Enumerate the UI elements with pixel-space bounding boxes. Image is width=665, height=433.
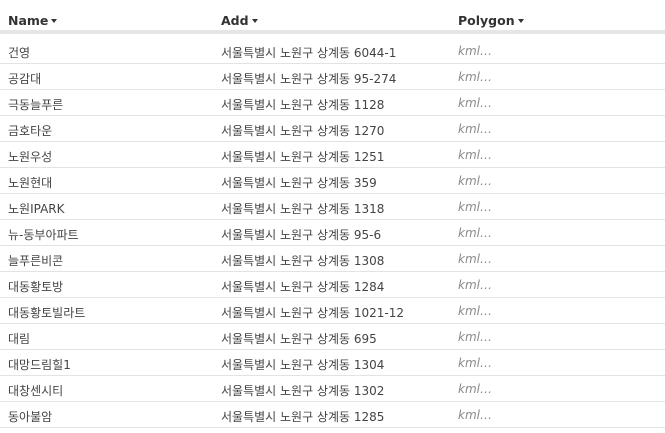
cell-polygon[interactable]: kml… [458, 44, 492, 58]
cell-polygon[interactable]: kml… [458, 226, 492, 240]
cell-name: 노원IPARK [8, 202, 65, 216]
cell-name: 대창센시티 [8, 384, 64, 398]
cell-name: 대동황토빌라트 [8, 306, 86, 320]
cell-name: 금호타운 [8, 124, 53, 138]
table-row[interactable]: 건영 서울특별시 노원구 상계동 6044-1 kml… [0, 38, 665, 64]
cell-name: 대망드림힐1 [8, 358, 71, 372]
cell-polygon[interactable]: kml… [458, 278, 492, 292]
cell-polygon[interactable]: kml… [458, 200, 492, 214]
table-row[interactable]: 노원우성 서울특별시 노원구 상계동 1251 kml… [0, 142, 665, 168]
column-header-name-label: Name [8, 13, 49, 28]
cell-add: 서울특별시 노원구 상계동 1318 [221, 202, 385, 216]
table-row[interactable]: 대림 서울특별시 노원구 상계동 695 kml… [0, 324, 665, 350]
cell-add: 서울특별시 노원구 상계동 1270 [221, 124, 385, 138]
table-row[interactable]: 극동늘푸른 서울특별시 노원구 상계동 1128 kml… [0, 90, 665, 116]
cell-polygon[interactable]: kml… [458, 382, 492, 396]
data-table: Name Add Polygon 건영 서울특별시 노원구 상계동 6044-1 k… [0, 0, 665, 433]
cell-name: 대림 [8, 332, 31, 346]
table-row[interactable]: 대창센시티 서울특별시 노원구 상계동 1302 kml… [0, 376, 665, 402]
cell-name: 늘푸른비콘 [8, 254, 64, 268]
column-header-add[interactable]: Add [221, 13, 258, 28]
cell-polygon[interactable]: kml… [458, 122, 492, 136]
cell-name: 노원현대 [8, 176, 53, 190]
cell-add: 서울특별시 노원구 상계동 1304 [221, 358, 385, 372]
cell-add: 서울특별시 노원구 상계동 1302 [221, 384, 385, 398]
cell-add: 서울특별시 노원구 상계동 1285 [221, 410, 385, 424]
cell-polygon[interactable]: kml… [458, 356, 492, 370]
cell-name: 노원우성 [8, 150, 53, 164]
table-header: Name Add Polygon [0, 0, 665, 34]
cell-add: 서울특별시 노원구 상계동 1251 [221, 150, 385, 164]
cell-polygon[interactable]: kml… [458, 408, 492, 422]
table-row[interactable]: 늘푸른비콘 서울특별시 노원구 상계동 1308 kml… [0, 246, 665, 272]
cell-name: 공감대 [8, 72, 42, 86]
cell-polygon[interactable]: kml… [458, 252, 492, 266]
table-row[interactable]: 공감대 서울특별시 노원구 상계동 95-274 kml… [0, 64, 665, 90]
cell-add: 서울특별시 노원구 상계동 95-274 [221, 72, 397, 86]
cell-add: 서울특별시 노원구 상계동 695 [221, 332, 377, 346]
cell-name: 극동늘푸른 [8, 98, 64, 112]
cell-polygon[interactable]: kml… [458, 330, 492, 344]
cell-name: 동아불암 [8, 410, 53, 424]
cell-add: 서울특별시 노원구 상계동 1128 [221, 98, 385, 112]
column-header-add-label: Add [221, 13, 249, 28]
table-row[interactable]: 동아불암 서울특별시 노원구 상계동 1285 kml… [0, 402, 665, 428]
sort-caret-icon [251, 18, 258, 23]
cell-name: 대동황토방 [8, 280, 64, 294]
sort-caret-icon [51, 18, 58, 23]
cell-polygon[interactable]: kml… [458, 148, 492, 162]
column-header-polygon-label: Polygon [458, 13, 515, 28]
table-row[interactable]: 대동황토빌라트 서울특별시 노원구 상계동 1021-12 kml… [0, 298, 665, 324]
table-row[interactable]: 노원IPARK 서울특별시 노원구 상계동 1318 kml… [0, 194, 665, 220]
cell-add: 서울특별시 노원구 상계동 6044-1 [221, 46, 397, 60]
table-row[interactable]: 금호타운 서울특별시 노원구 상계동 1270 kml… [0, 116, 665, 142]
cell-add: 서울특별시 노원구 상계동 1021-12 [221, 306, 405, 320]
table-row[interactable]: 뉴-동부아파트 서울특별시 노원구 상계동 95-6 kml… [0, 220, 665, 246]
table-body: 건영 서울특별시 노원구 상계동 6044-1 kml… 공감대 서울특별시 노원구 … [0, 38, 665, 428]
cell-name: 뉴-동부아파트 [8, 228, 79, 242]
table-row[interactable]: 대동황토방 서울특별시 노원구 상계동 1284 kml… [0, 272, 665, 298]
cell-polygon[interactable]: kml… [458, 96, 492, 110]
cell-polygon[interactable]: kml… [458, 70, 492, 84]
cell-add: 서울특별시 노원구 상계동 359 [221, 176, 377, 190]
cell-add: 서울특별시 노원구 상계동 1284 [221, 280, 385, 294]
column-header-polygon[interactable]: Polygon [458, 13, 524, 28]
cell-polygon[interactable]: kml… [458, 304, 492, 318]
cell-add: 서울특별시 노원구 상계동 1308 [221, 254, 385, 268]
cell-name: 건영 [8, 46, 31, 60]
table-row[interactable]: 노원현대 서울특별시 노원구 상계동 359 kml… [0, 168, 665, 194]
cell-add: 서울특별시 노원구 상계동 95-6 [221, 228, 382, 242]
table-row[interactable]: 대망드림힐1 서울특별시 노원구 상계동 1304 kml… [0, 350, 665, 376]
sort-caret-icon [517, 18, 524, 23]
cell-polygon[interactable]: kml… [458, 174, 492, 188]
column-header-name[interactable]: Name [8, 13, 58, 28]
